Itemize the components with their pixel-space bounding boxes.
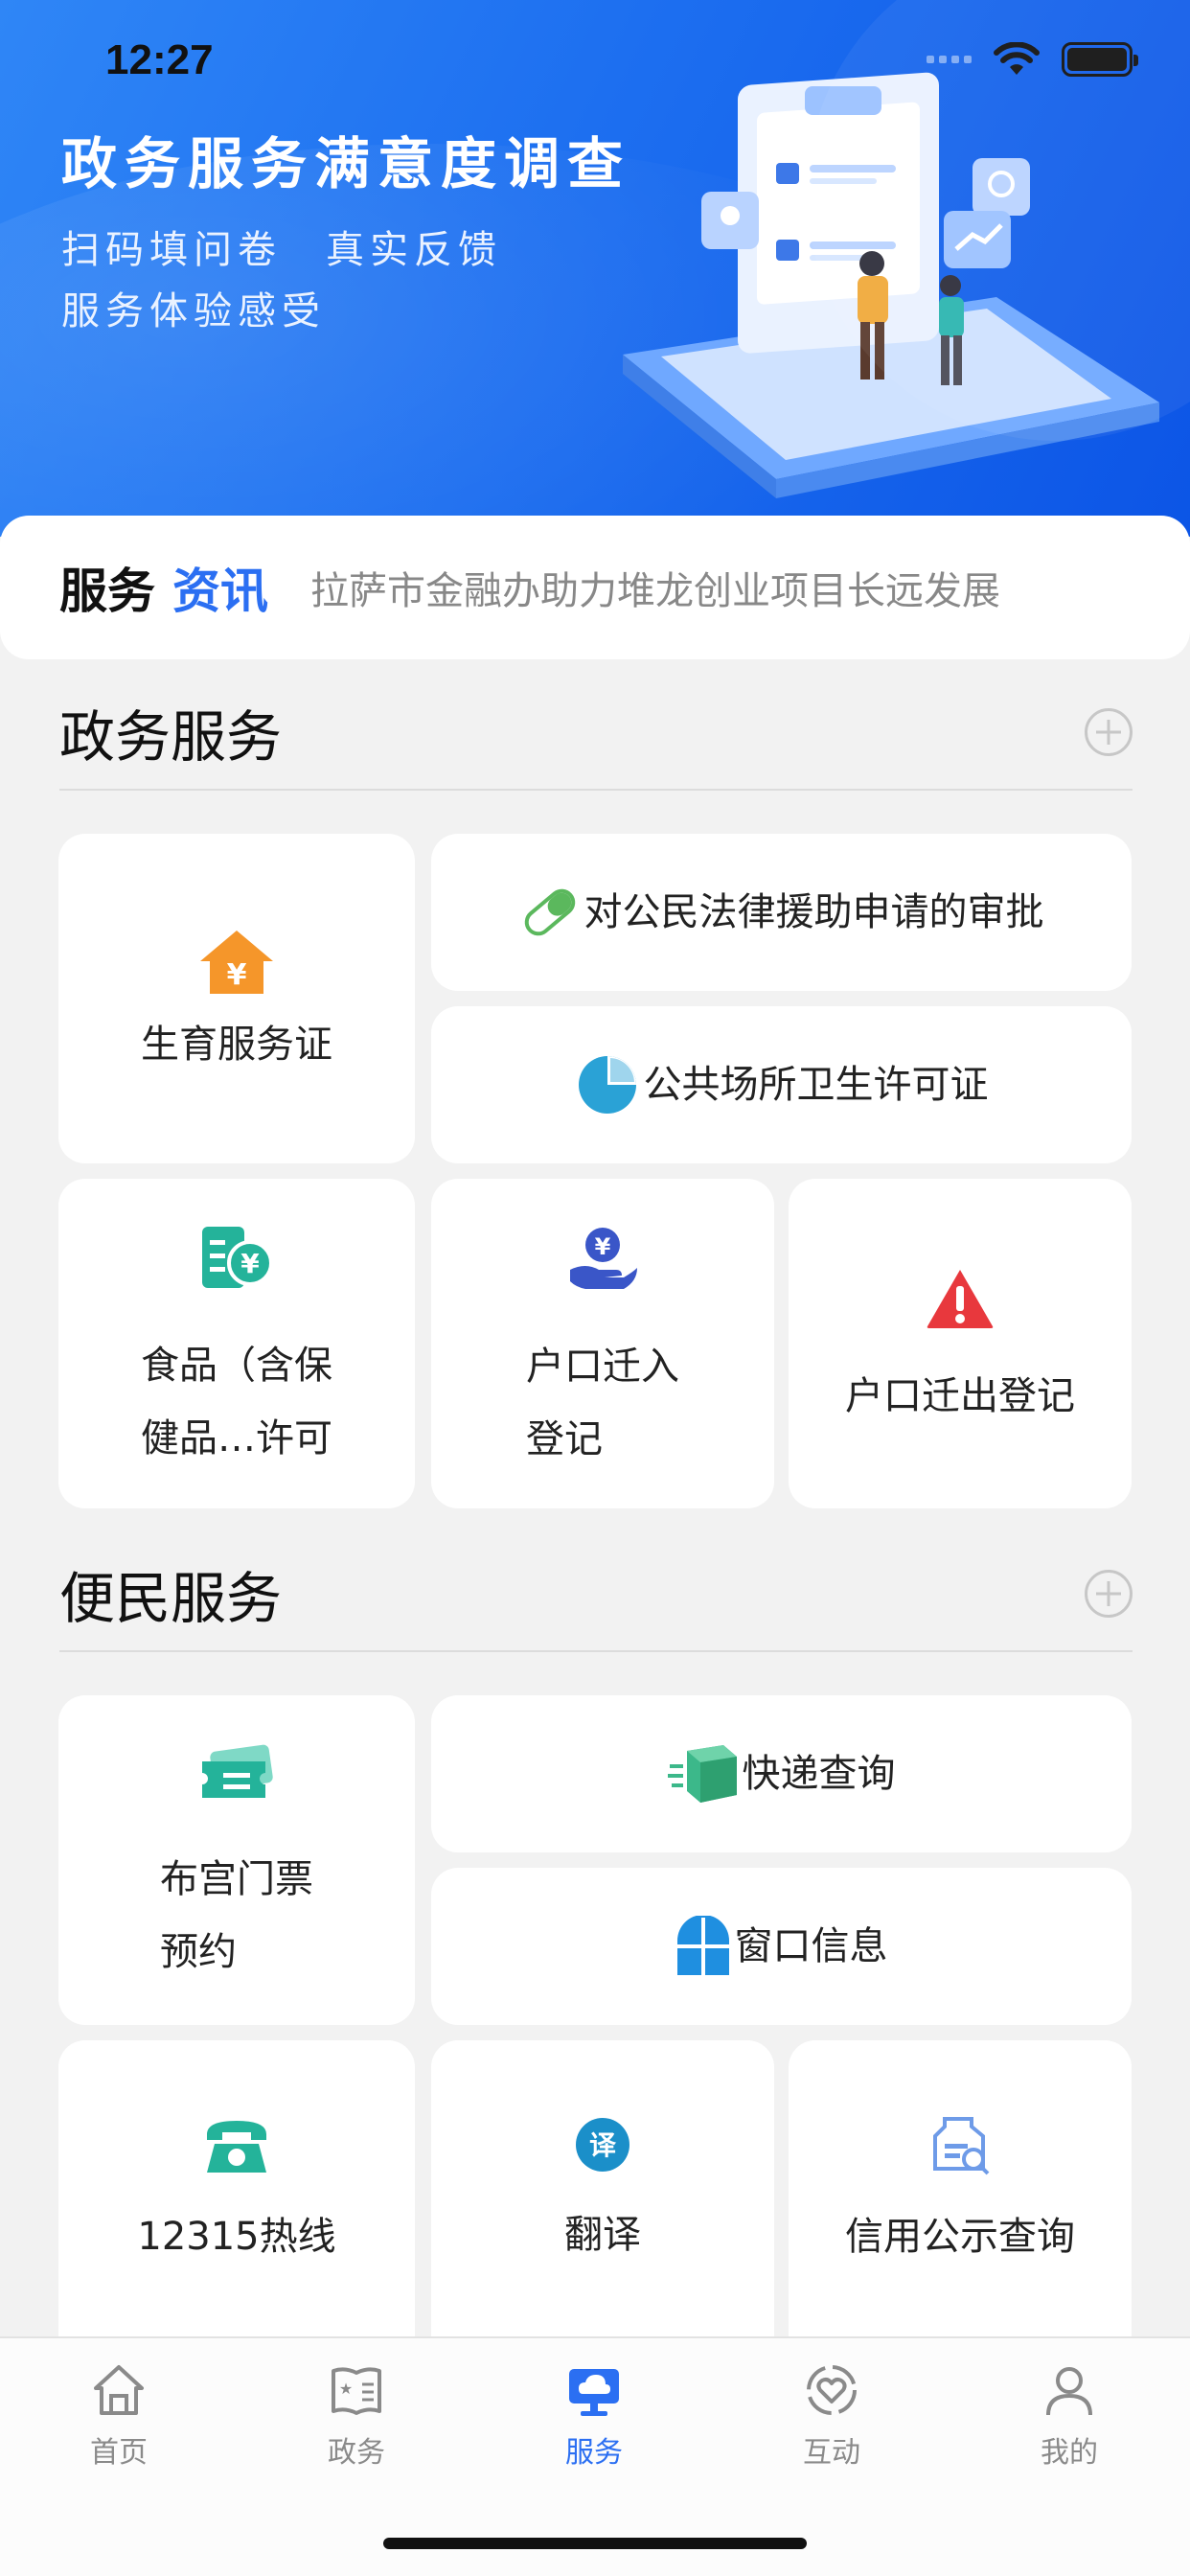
service-label: 快递查询 <box>742 1752 896 1796</box>
tab-label: 我的 <box>1041 2436 1098 2470</box>
service-label: 布宫门票 预约 <box>160 1857 313 1974</box>
service-label: 窗口信息 <box>734 1924 888 1968</box>
pie-chart-icon <box>578 1056 636 1114</box>
service-label: 翻译 <box>564 2213 641 2257</box>
service-card-12315-hotline[interactable]: 12315热线 <box>58 2040 415 2336</box>
service-monitor-icon <box>569 2369 619 2416</box>
banner-subtitle-2: 服务体验感受 <box>61 289 326 334</box>
tab-gov[interactable]: ★ 政务 <box>280 2361 433 2471</box>
status-time: 12:27 <box>105 36 214 83</box>
tab-home[interactable]: 首页 <box>42 2361 195 2471</box>
pill-icon <box>524 888 575 936</box>
news-label-info: 资讯 <box>172 564 268 619</box>
section-title: 便民服务 <box>59 1566 283 1631</box>
credit-search-icon <box>933 2117 990 2175</box>
tab-label: 首页 <box>90 2436 148 2470</box>
house-yen-icon: ¥ <box>200 931 273 994</box>
service-label: 食品（含保 健品…许可 <box>141 1344 332 1460</box>
wifi-icon <box>994 42 1040 75</box>
battery-icon <box>1062 42 1138 77</box>
gov-book-icon: ★ <box>332 2367 381 2415</box>
home-indicator[interactable] <box>383 2538 807 2549</box>
tab-label: 互动 <box>803 2436 860 2470</box>
section-title: 政务服务 <box>59 704 283 770</box>
translate-icon: 译 <box>576 2118 629 2172</box>
service-label: 生育服务证 <box>141 1023 332 1067</box>
svg-text:¥: ¥ <box>227 958 247 992</box>
window-icon <box>676 1916 729 1975</box>
service-card-birth-certificate[interactable]: ¥ 生育服务证 <box>58 834 415 1163</box>
tab-profile[interactable]: 我的 <box>993 2361 1146 2471</box>
news-ticker[interactable]: 服务 资讯 拉萨市金融办助力堆龙创业项目长远发展 <box>0 516 1190 659</box>
service-card-hygiene-permit[interactable]: 公共场所卫生许可证 <box>431 1006 1132 1163</box>
cellular-signal-icon <box>927 56 972 63</box>
service-label: 户口迁入 登记 <box>526 1345 679 1461</box>
service-card-credit-query[interactable]: 信用公示查询 <box>789 2040 1132 2336</box>
service-card-translate[interactable]: 译 翻译 <box>431 2040 774 2336</box>
banner-subtitle: 扫码填问卷 真实反馈 <box>61 228 502 272</box>
service-card-potala-tickets[interactable]: 布宫门票 预约 <box>58 1695 415 2025</box>
news-headline[interactable]: 拉萨市金融办助力堆龙创业项目长远发展 <box>310 560 1000 615</box>
tab-label: 政务 <box>328 2436 385 2470</box>
svg-text:¥: ¥ <box>240 1248 260 1279</box>
service-label: 信用公示查询 <box>845 2215 1075 2259</box>
ticket-icon <box>202 1744 273 1798</box>
warning-icon <box>927 1270 994 1328</box>
service-card-food-permit[interactable]: ¥ 食品（含保 健品…许可 <box>58 1179 415 1508</box>
status-icons <box>927 42 1138 77</box>
tab-service[interactable]: 服务 <box>517 2361 671 2471</box>
tab-interaction[interactable]: 互动 <box>755 2361 908 2471</box>
service-card-window-info[interactable]: 窗口信息 <box>431 1868 1132 2025</box>
service-label: 公共场所卫生许可证 <box>643 1063 989 1107</box>
service-label: 对公民法律援助申请的审批 <box>584 890 1044 934</box>
gov-services-header: 政务服务 <box>59 676 1133 791</box>
service-card-hukou-move-in[interactable]: ¥ 户口迁入 登记 <box>431 1179 774 1508</box>
survey-banner[interactable]: 12:27 政务服务满意度调查 扫码填问卷 真实反馈 服务体验感受 <box>0 0 1190 537</box>
document-yen-icon: ¥ <box>202 1227 273 1288</box>
hand-yen-icon: ¥ <box>570 1228 637 1289</box>
svg-text:★: ★ <box>339 2380 353 2398</box>
svg-text:译: 译 <box>589 2129 617 2161</box>
service-label: 12315热线 <box>137 2215 336 2259</box>
banner-title: 政务服务满意度调查 <box>61 131 631 196</box>
add-convenience-service-icon[interactable] <box>1085 1570 1133 1618</box>
news-label-service: 服务 <box>59 564 155 619</box>
interaction-heart-icon <box>807 2365 857 2415</box>
telephone-icon <box>207 2121 266 2173</box>
survey-illustration <box>623 72 1159 498</box>
service-card-express-query[interactable]: 快递查询 <box>431 1695 1132 1852</box>
home-icon <box>94 2365 144 2415</box>
tab-label: 服务 <box>565 2436 623 2470</box>
svg-text:¥: ¥ <box>595 1233 611 1260</box>
package-icon <box>667 1745 737 1803</box>
service-card-legal-aid[interactable]: 对公民法律援助申请的审批 <box>431 834 1132 991</box>
service-label: 户口迁出登记 <box>845 1374 1075 1418</box>
add-gov-service-icon[interactable] <box>1085 708 1133 756</box>
service-card-hukou-move-out[interactable]: 户口迁出登记 <box>789 1179 1132 1508</box>
convenience-services-header: 便民服务 <box>59 1537 1133 1652</box>
profile-icon <box>1046 2367 1092 2416</box>
